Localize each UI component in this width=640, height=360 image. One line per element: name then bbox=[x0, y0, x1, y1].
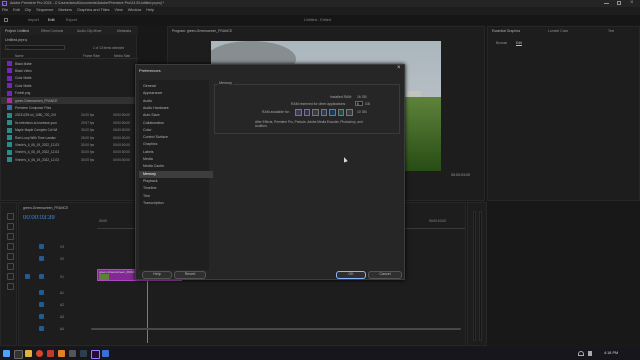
category-media[interactable]: Media bbox=[139, 156, 213, 163]
premiere-pro-icon bbox=[303, 109, 311, 116]
app-blue-icon[interactable] bbox=[102, 350, 109, 357]
category-auto-save[interactable]: Auto Save bbox=[139, 112, 213, 119]
windows-start-icon[interactable] bbox=[3, 350, 10, 357]
app-orange-icon[interactable] bbox=[58, 350, 65, 357]
category-collaboration[interactable]: Collaboration bbox=[139, 120, 213, 127]
file-explorer-icon[interactable] bbox=[25, 350, 32, 357]
reserved-ram-label: RAM reserved for other applications: bbox=[291, 102, 347, 106]
category-audio-hardware[interactable]: Audio Hardware bbox=[139, 105, 213, 112]
wifi-icon[interactable] bbox=[578, 351, 584, 356]
photoshop-icon bbox=[329, 109, 336, 116]
section-title: Memory bbox=[218, 81, 233, 85]
audition-icon bbox=[337, 109, 345, 116]
category-playback[interactable]: Playback bbox=[139, 178, 213, 185]
category-list: General Appearance Audio Audio Hardware Auto… bbox=[139, 80, 213, 270]
taskbar-clock: 4:18 PM bbox=[604, 351, 619, 355]
category-timeline[interactable]: Timeline bbox=[139, 185, 213, 192]
cancel-button[interactable]: Cancel bbox=[368, 271, 402, 279]
app-dark-icon[interactable] bbox=[80, 350, 87, 357]
available-ram-label: RAM available for: bbox=[262, 110, 290, 114]
app-gray-icon[interactable] bbox=[69, 350, 76, 357]
reserved-ram-unit: GB bbox=[365, 102, 370, 106]
category-general[interactable]: General bbox=[139, 83, 213, 90]
category-trim[interactable]: Trim bbox=[139, 193, 213, 200]
help-button[interactable]: Help bbox=[142, 271, 172, 279]
after-effects-icon bbox=[295, 109, 302, 116]
premiere-taskbar-icon[interactable] bbox=[91, 350, 100, 359]
media-encoder-icon bbox=[320, 109, 328, 116]
dialog-title: Preferences bbox=[139, 68, 161, 73]
app-icons-row bbox=[295, 109, 354, 116]
revert-button[interactable]: Revert bbox=[174, 271, 206, 279]
volume-icon[interactable] bbox=[588, 351, 592, 356]
memory-section: Memory Installed RAM: 16 GB RAM reserved… bbox=[214, 81, 400, 134]
search-taskbar-icon[interactable] bbox=[14, 350, 23, 359]
character-animator-icon bbox=[346, 109, 354, 116]
category-labels[interactable]: Labels bbox=[139, 149, 213, 156]
category-appearance[interactable]: Appearance bbox=[139, 90, 213, 97]
category-transcription[interactable]: Transcription bbox=[139, 200, 213, 207]
category-memory[interactable]: Memory bbox=[139, 170, 213, 178]
available-ram-value: 10 GB bbox=[357, 110, 367, 114]
prelude-icon bbox=[312, 109, 319, 116]
category-color[interactable]: Color bbox=[139, 127, 213, 134]
category-media-cache[interactable]: Media Cache bbox=[139, 163, 213, 170]
preferences-dialog: Preferences × General Appearance Audio Audi… bbox=[135, 64, 405, 280]
memory-note: After Effects, Premiere Pro, Prelude, Ad… bbox=[255, 120, 363, 128]
installed-ram-label: Installed RAM: bbox=[330, 95, 353, 99]
category-audio[interactable]: Audio bbox=[139, 98, 213, 105]
reserved-ram-value: 6 bbox=[357, 102, 359, 106]
ok-button[interactable]: OK bbox=[336, 271, 366, 279]
category-control-surface[interactable]: Control Surface bbox=[139, 134, 213, 141]
app-red-icon[interactable] bbox=[47, 350, 54, 357]
dialog-close-icon[interactable]: × bbox=[397, 65, 401, 71]
installed-ram-value: 16 GB bbox=[357, 95, 367, 99]
category-graphics[interactable]: Graphics bbox=[139, 141, 213, 148]
chrome-icon[interactable] bbox=[36, 350, 43, 357]
reserved-ram-field[interactable]: 6 bbox=[355, 101, 363, 106]
